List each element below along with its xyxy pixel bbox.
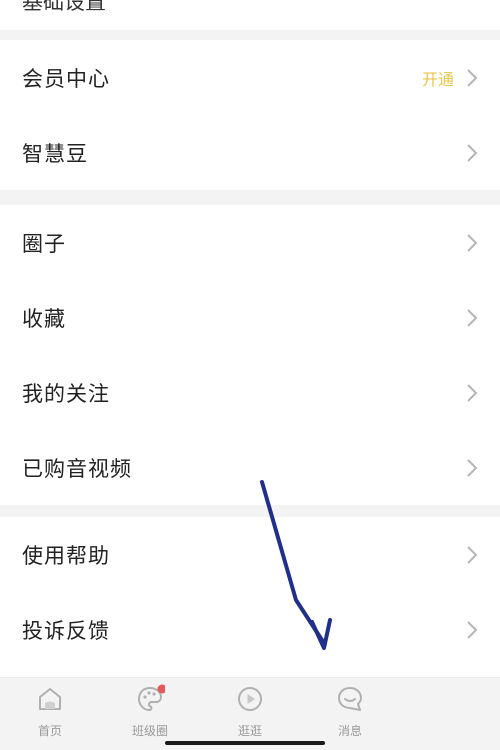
- tab-browse[interactable]: 逛逛: [215, 684, 285, 746]
- tab-label: 首页: [37, 724, 62, 738]
- menu-item-partial[interactable]: 基础设置: [0, 0, 500, 30]
- menu-group-support: 使用帮助 投诉反馈: [0, 517, 500, 677]
- tab-label: 逛逛: [237, 724, 262, 738]
- message-icon: [338, 687, 362, 711]
- tab-label: 班级圈: [131, 724, 168, 738]
- menu-group-membership: 会员中心 开通 智慧豆: [0, 40, 500, 190]
- home-indicator: [165, 741, 325, 745]
- chevron-right-icon: [467, 233, 478, 252]
- menu-item-label: 我的关注: [22, 381, 110, 406]
- menu-item-favorites[interactable]: 收藏: [0, 280, 500, 355]
- menu-item-right: [466, 205, 478, 280]
- menu-item-label: 使用帮助: [22, 543, 110, 568]
- tab-label: 消息: [337, 724, 362, 738]
- chevron-right-icon: [467, 545, 478, 564]
- menu-item-help[interactable]: 使用帮助: [0, 517, 500, 592]
- menu-item-right: [466, 115, 478, 190]
- chevron-right-icon: [467, 68, 478, 87]
- menu-item-label: 收藏: [22, 306, 66, 331]
- bottom-tab-bar: 首页 班级圈 逛逛 消息: [0, 677, 500, 750]
- menu-item-feedback[interactable]: 投诉反馈: [0, 592, 500, 667]
- menu-item-label: 会员中心: [22, 66, 110, 91]
- palette-icon: [137, 684, 165, 712]
- menu-item-right: [466, 355, 478, 430]
- menu-item-right: 开通: [422, 40, 478, 115]
- tab-home[interactable]: 首页: [15, 684, 85, 746]
- screen: 基础设置 会员中心 开通 智慧豆 圈子 收藏 我的关注 已购音视频 使用帮助 投…: [0, 0, 500, 750]
- menu-item-partial-label: 基础设置: [22, 0, 106, 14]
- home-icon: [39, 688, 61, 710]
- menu-item-label: 投诉反馈: [22, 618, 110, 643]
- menu-item-right: [466, 430, 478, 505]
- menu-item-right: [466, 280, 478, 355]
- chevron-right-icon: [467, 308, 478, 327]
- menu-item-wisdom-beans[interactable]: 智慧豆: [0, 115, 500, 190]
- tab-class-circle[interactable]: 班级圈: [115, 684, 185, 746]
- chevron-right-icon: [467, 383, 478, 402]
- menu-item-label: 已购音视频: [22, 456, 132, 481]
- chevron-right-icon: [467, 458, 478, 477]
- menu-item-member-center[interactable]: 会员中心 开通: [0, 40, 500, 115]
- menu-item-right: [466, 517, 478, 592]
- chevron-right-icon: [467, 143, 478, 162]
- play-icon: [238, 687, 262, 711]
- menu-item-label: 圈子: [22, 231, 66, 256]
- chevron-right-icon: [467, 620, 478, 639]
- tab-messages[interactable]: 消息: [315, 684, 385, 746]
- menu-item-circle[interactable]: 圈子: [0, 205, 500, 280]
- open-badge: 开通: [421, 69, 454, 89]
- menu-item-label: 智慧豆: [22, 141, 88, 166]
- menu-item-purchased-media[interactable]: 已购音视频: [0, 430, 500, 505]
- menu-item-right: [466, 592, 478, 667]
- menu-group-content: 圈子 收藏 我的关注 已购音视频: [0, 205, 500, 505]
- menu-item-following[interactable]: 我的关注: [0, 355, 500, 430]
